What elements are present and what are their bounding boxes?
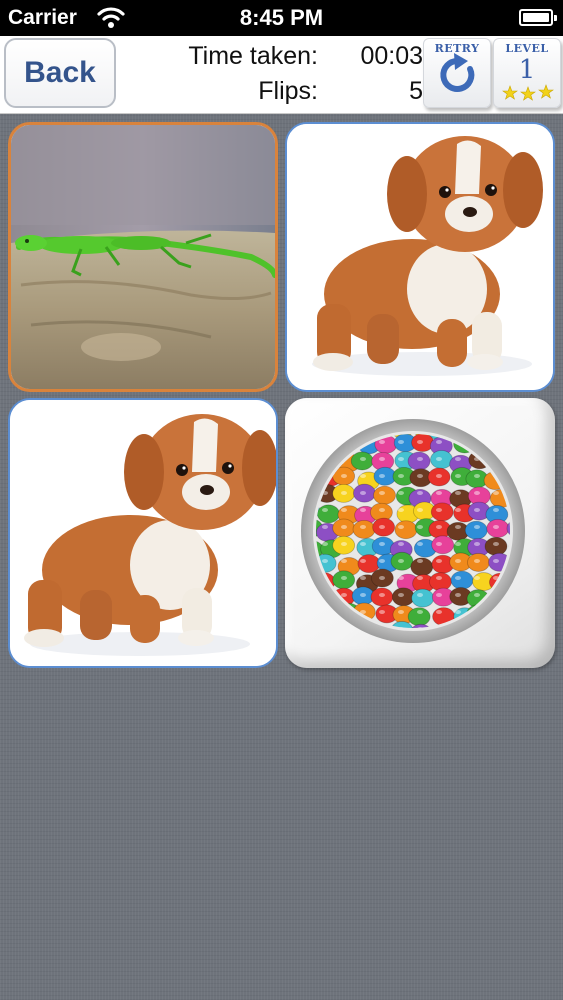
card-face-down[interactable] [285,398,555,668]
level-stars-icon [502,84,554,101]
status-bar: Carrier 8:45 PM [0,0,563,36]
card-lizard[interactable] [8,122,278,392]
retry-button[interactable]: RETRY [423,38,491,108]
card-puppy-2[interactable] [8,398,278,668]
level-button[interactable]: LEVEL 1 [493,38,561,108]
status-time: 8:45 PM [239,5,324,30]
battery-icon [519,9,557,26]
puppy-image [287,124,553,390]
candy-bowl-image [301,419,525,643]
game-header: Back Time taken: 00:03 Flips: 5 RETRY LE… [0,36,563,114]
time-taken-value: 00:03 [360,42,423,70]
lizard-image [11,125,275,389]
puppy-image [10,400,276,666]
card-puppy-1[interactable] [285,122,555,392]
back-button[interactable]: Back [4,38,116,108]
refresh-icon [440,53,475,92]
flips-value: 5 [409,77,423,105]
flips-label: Flips: [258,77,318,105]
time-taken-label: Time taken: [188,42,318,70]
